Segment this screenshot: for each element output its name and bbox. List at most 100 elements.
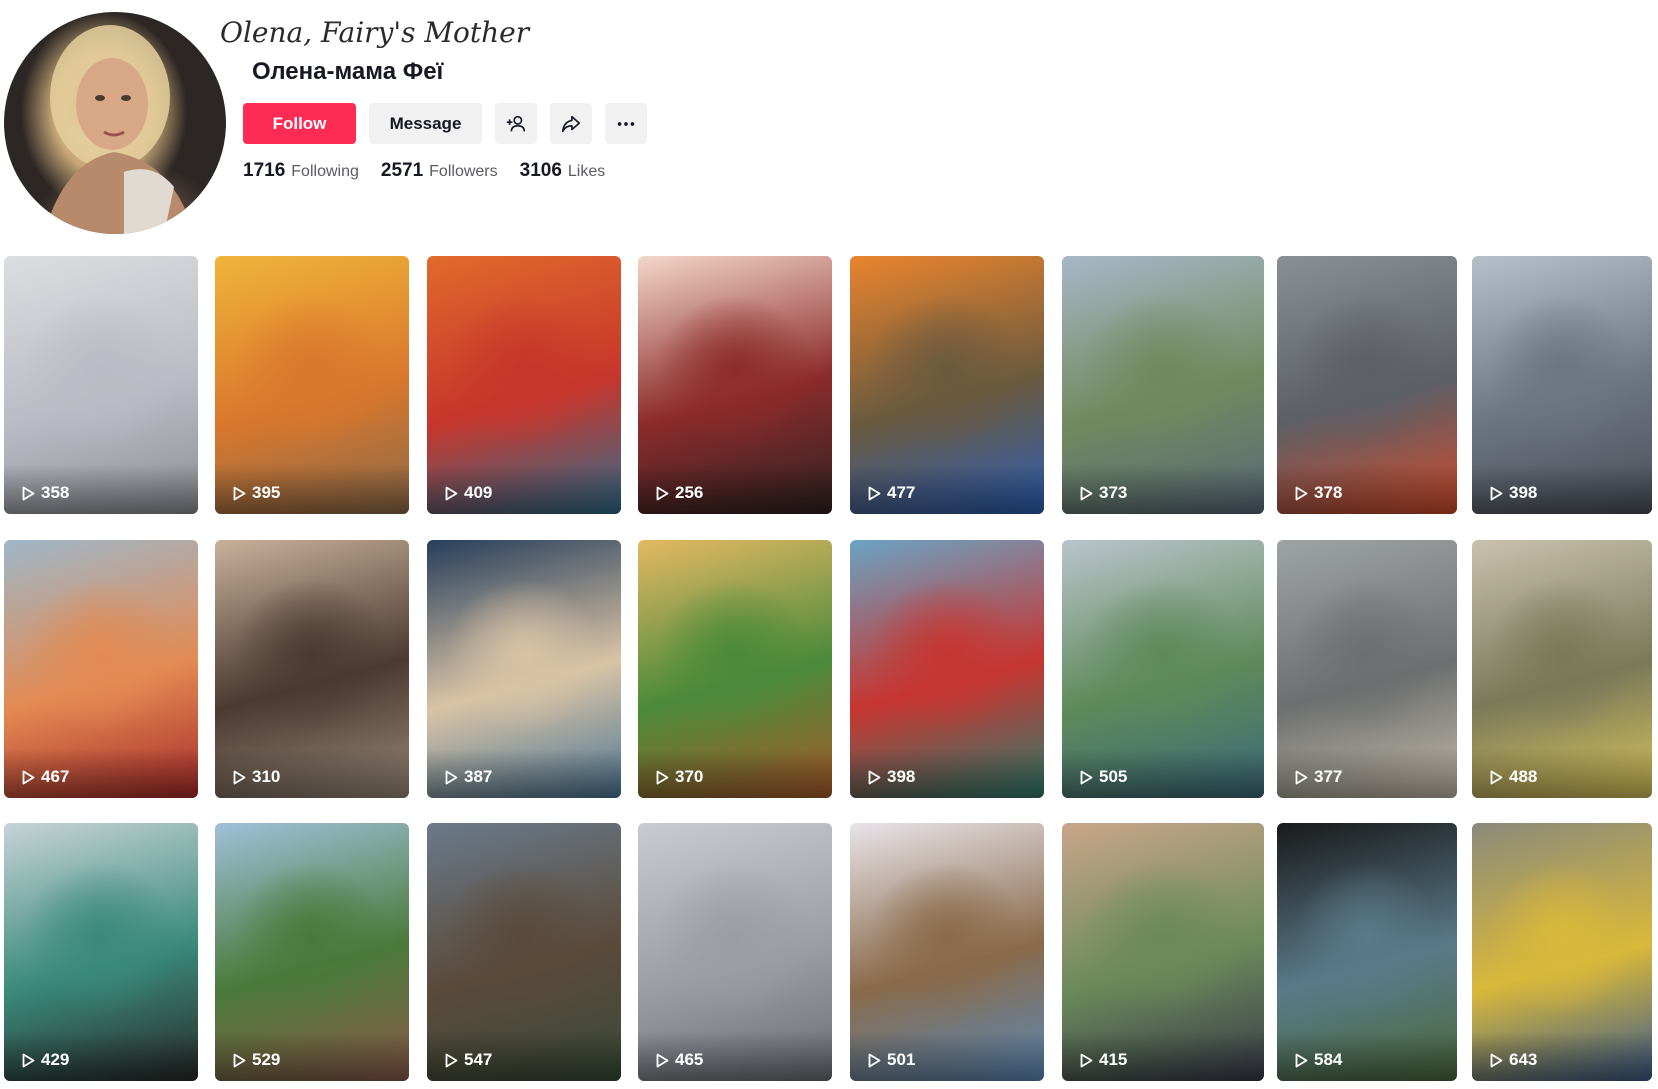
- video-tile[interactable]: 409: [427, 256, 621, 514]
- likes-label: Likes: [567, 163, 606, 180]
- video-tile[interactable]: 256: [638, 256, 832, 514]
- video-view-count: 370: [656, 767, 703, 787]
- view-count-text: 378: [1314, 483, 1343, 502]
- play-icon: [445, 486, 458, 500]
- share-button[interactable]: [550, 103, 592, 144]
- view-count-text: 477: [887, 483, 916, 502]
- followers-label: Followers: [429, 163, 498, 180]
- add-friend-button[interactable]: [495, 103, 537, 144]
- video-view-count: 387: [445, 767, 492, 787]
- video-view-count: 358: [22, 483, 69, 503]
- video-view-count: 398: [868, 767, 915, 787]
- profile-display-name: Олена-мама Феї: [252, 58, 444, 85]
- video-tile[interactable]: 477: [850, 256, 1044, 514]
- play-icon: [22, 770, 35, 784]
- video-tile[interactable]: 387: [427, 540, 621, 798]
- view-count-text: 415: [1099, 1050, 1128, 1069]
- likes-count: 3106: [519, 160, 562, 181]
- video-tile[interactable]: 398: [1472, 256, 1652, 514]
- video-view-count: 310: [233, 767, 280, 787]
- video-view-count: 398: [1490, 483, 1537, 503]
- play-icon: [1295, 770, 1308, 784]
- view-count-text: 256: [675, 483, 704, 502]
- play-icon: [1295, 1053, 1308, 1067]
- followers-stat[interactable]: 2571 Followers: [381, 160, 498, 182]
- play-icon: [1490, 1053, 1503, 1067]
- play-icon: [22, 1053, 35, 1067]
- video-view-count: 488: [1490, 767, 1537, 787]
- view-count-text: 429: [41, 1050, 70, 1069]
- more-icon: [617, 121, 635, 126]
- play-icon: [22, 486, 35, 500]
- video-tile[interactable]: 398: [850, 540, 1044, 798]
- play-icon: [233, 1053, 246, 1067]
- view-count-text: 377: [1314, 767, 1343, 786]
- video-tile[interactable]: 529: [215, 823, 409, 1081]
- play-icon: [233, 486, 246, 500]
- video-tile[interactable]: 547: [427, 823, 621, 1081]
- video-view-count: 643: [1490, 1050, 1537, 1070]
- video-tile[interactable]: 584: [1277, 823, 1457, 1081]
- video-view-count: 467: [22, 767, 69, 787]
- play-icon: [233, 770, 246, 784]
- profile-script-name: Olena, Fairy's Mother: [220, 16, 530, 49]
- video-tile[interactable]: 501: [850, 823, 1044, 1081]
- play-icon: [868, 770, 881, 784]
- video-tile[interactable]: 358: [4, 256, 198, 514]
- view-count-text: 370: [675, 767, 704, 786]
- video-tile[interactable]: 415: [1062, 823, 1264, 1081]
- video-tile[interactable]: 429: [4, 823, 198, 1081]
- profile-stats: 1716 Following 2571 Followers 3106 Likes: [243, 160, 605, 182]
- video-view-count: 477: [868, 483, 915, 503]
- video-tile[interactable]: 505: [1062, 540, 1264, 798]
- avatar-portrait: [44, 25, 194, 234]
- video-tile[interactable]: 467: [4, 540, 198, 798]
- play-icon: [656, 486, 669, 500]
- play-icon: [1080, 486, 1093, 500]
- more-button[interactable]: [605, 103, 647, 144]
- view-count-text: 529: [252, 1050, 281, 1069]
- video-tile[interactable]: 643: [1472, 823, 1652, 1081]
- view-count-text: 501: [887, 1050, 916, 1069]
- video-view-count: 256: [656, 483, 703, 503]
- video-tile[interactable]: 373: [1062, 256, 1264, 514]
- video-tile[interactable]: 310: [215, 540, 409, 798]
- view-count-text: 488: [1509, 767, 1538, 786]
- view-count-text: 395: [252, 483, 281, 502]
- play-icon: [868, 486, 881, 500]
- video-tile[interactable]: 395: [215, 256, 409, 514]
- play-icon: [1490, 770, 1503, 784]
- video-tile[interactable]: 378: [1277, 256, 1457, 514]
- video-view-count: 377: [1295, 767, 1342, 787]
- following-stat[interactable]: 1716 Following: [243, 160, 359, 182]
- avatar[interactable]: [4, 12, 226, 234]
- video-view-count: 501: [868, 1050, 915, 1070]
- view-count-text: 467: [41, 767, 70, 786]
- play-icon: [1295, 486, 1308, 500]
- video-tile[interactable]: 465: [638, 823, 832, 1081]
- video-view-count: 395: [233, 483, 280, 503]
- video-view-count: 373: [1080, 483, 1127, 503]
- video-view-count: 409: [445, 483, 492, 503]
- message-button[interactable]: Message: [369, 103, 482, 144]
- follow-button[interactable]: Follow: [243, 103, 356, 144]
- video-view-count: 429: [22, 1050, 69, 1070]
- video-view-count: 529: [233, 1050, 280, 1070]
- video-tile[interactable]: 370: [638, 540, 832, 798]
- play-icon: [868, 1053, 881, 1067]
- view-count-text: 465: [675, 1050, 704, 1069]
- share-icon: [561, 115, 581, 132]
- video-tile[interactable]: 377: [1277, 540, 1457, 798]
- view-count-text: 398: [887, 767, 916, 786]
- video-tile[interactable]: 488: [1472, 540, 1652, 798]
- followers-count: 2571: [380, 160, 424, 181]
- view-count-text: 398: [1509, 483, 1538, 502]
- view-count-text: 387: [464, 767, 493, 786]
- view-count-text: 505: [1099, 767, 1128, 786]
- view-count-text: 310: [252, 767, 281, 786]
- play-icon: [1490, 486, 1503, 500]
- video-view-count: 415: [1080, 1050, 1127, 1070]
- video-view-count: 505: [1080, 767, 1127, 787]
- view-count-text: 547: [464, 1050, 493, 1069]
- video-view-count: 584: [1295, 1050, 1342, 1070]
